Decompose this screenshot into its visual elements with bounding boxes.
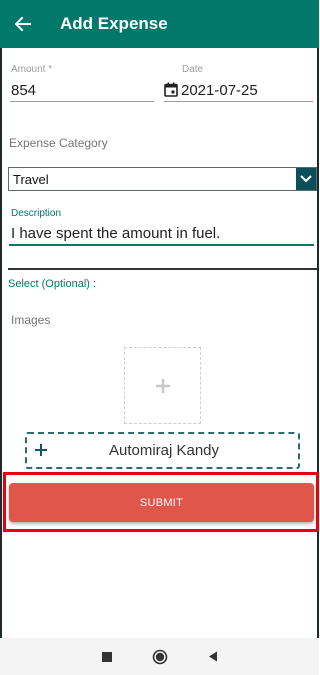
amount-underline xyxy=(10,101,154,102)
nav-home-button[interactable] xyxy=(145,642,175,672)
square-icon xyxy=(101,651,112,662)
plus-icon xyxy=(155,378,170,393)
images-label: Images xyxy=(11,313,51,327)
frame-edge-right xyxy=(317,0,319,675)
date-label: Date xyxy=(182,64,204,75)
back-button[interactable] xyxy=(0,0,46,48)
assignee-chip[interactable]: Automiraj Kandy xyxy=(25,432,300,469)
frame-edge-left xyxy=(0,0,2,675)
date-field[interactable]: 2021-07-25 xyxy=(181,82,258,99)
date-underline xyxy=(164,101,313,102)
category-selected-value: Travel xyxy=(13,171,49,187)
calendar-icon[interactable] xyxy=(164,82,178,102)
circle-icon xyxy=(152,649,167,664)
submit-button-label: SUBMIT xyxy=(139,496,184,509)
section-divider xyxy=(8,268,317,270)
amount-input[interactable]: 854 xyxy=(11,82,36,99)
page-title: Add Expense xyxy=(60,14,168,33)
description-input[interactable]: I have spent the amount in fuel. xyxy=(11,225,220,242)
category-select[interactable]: Travel xyxy=(8,167,317,191)
optional-section-label: Select (Optional) : xyxy=(8,278,97,290)
system-navigation-bar xyxy=(0,638,319,675)
description-underline xyxy=(9,244,314,246)
description-label: Description xyxy=(11,208,62,219)
submit-button[interactable]: SUBMIT xyxy=(9,483,314,522)
nav-recent-button[interactable] xyxy=(92,642,122,672)
plus-icon[interactable] xyxy=(30,441,52,461)
triangle-left-icon xyxy=(208,651,217,662)
chevron-down-icon xyxy=(296,168,316,190)
amount-label: Amount * xyxy=(11,64,53,75)
app-bar: Add Expense xyxy=(0,0,319,48)
arrow-left-icon xyxy=(15,17,31,31)
category-label: Expense Category xyxy=(9,136,108,150)
nav-back-button[interactable] xyxy=(198,642,228,672)
assignee-name: Automiraj Kandy xyxy=(108,442,220,459)
add-image-button[interactable] xyxy=(124,347,201,424)
